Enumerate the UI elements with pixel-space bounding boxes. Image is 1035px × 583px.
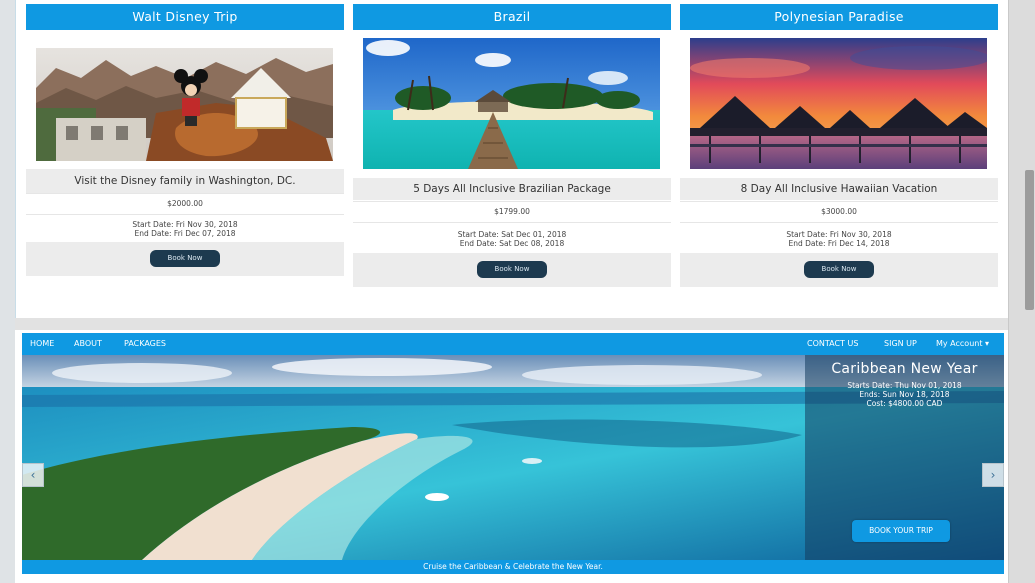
chevron-right-icon: ›: [990, 468, 996, 482]
package-end-date: End Date: Fri Dec 07, 2018: [134, 229, 236, 238]
package-dates: Start Date: Fri Nov 30, 2018 End Date: F…: [680, 230, 998, 248]
hero-title: Caribbean New Year: [831, 361, 978, 377]
window-frame-left: [0, 0, 15, 583]
package-card-header: Brazil: [353, 4, 671, 30]
nav-signup-link[interactable]: SIGN UP: [884, 333, 917, 355]
package-image-brazil[interactable]: [363, 38, 660, 169]
package-start-date: Start Date: Fri Nov 30, 2018: [786, 230, 892, 239]
main-navbar: HOME ABOUT PACKAGES CONTACT US SIGN UP M…: [22, 333, 1004, 355]
package-title: Visit the Disney family in Washington, D…: [26, 169, 344, 193]
package-card-footer: Book Now: [26, 242, 344, 276]
package-title: 5 Days All Inclusive Brazilian Package: [353, 178, 671, 200]
package-start-date: Start Date: Fri Nov 30, 2018: [132, 220, 238, 229]
package-card-header: Walt Disney Trip: [26, 4, 344, 30]
package-card-header: Polynesian Paradise: [680, 4, 998, 30]
package-dates: Start Date: Fri Nov 30, 2018 End Date: F…: [26, 220, 344, 238]
package-image-disney[interactable]: [36, 48, 333, 161]
package-start-date: Start Date: Sat Dec 01, 2018: [457, 230, 567, 239]
package-image-polynesia[interactable]: [690, 38, 987, 169]
nav-home-link[interactable]: HOME: [30, 333, 54, 355]
nav-about-link[interactable]: ABOUT: [74, 333, 102, 355]
hero-start-date: Starts Date: Thu Nov 01, 2018: [847, 381, 962, 390]
package-card-polynesia: Polynesian Paradise 8 Day All Inclusive …: [680, 4, 998, 287]
package-price: $3000.00: [680, 201, 998, 223]
packages-panel: Walt Disney Trip Visit the Disney family…: [15, 0, 1008, 318]
nav-account-dropdown[interactable]: My Account ▾: [936, 333, 989, 355]
carousel-prev-button[interactable]: ‹: [22, 463, 44, 487]
hero-caption: Cruise the Caribbean & Celebrate the New…: [22, 560, 1004, 574]
hero-end-date: Ends: Sun Nov 18, 2018: [859, 390, 950, 399]
package-card-footer: Book Now: [680, 253, 998, 287]
section-divider: [15, 318, 1008, 330]
chevron-left-icon: ‹: [30, 468, 36, 482]
nav-account-label: My Account: [936, 339, 983, 348]
package-price: $2000.00: [26, 193, 344, 215]
nav-contact-link[interactable]: CONTACT US: [807, 333, 858, 355]
hero-cost: Cost: $4800.00 CAD: [866, 399, 943, 408]
package-end-date: End Date: Fri Dec 14, 2018: [788, 239, 890, 248]
package-end-date: End Date: Sat Dec 08, 2018: [459, 239, 565, 248]
package-title: 8 Day All Inclusive Hawaiian Vacation: [680, 178, 998, 200]
package-dates: Start Date: Sat Dec 01, 2018 End Date: S…: [353, 230, 671, 248]
chevron-down-icon: ▾: [985, 339, 990, 348]
carousel-next-button[interactable]: ›: [982, 463, 1004, 487]
package-card-disney: Walt Disney Trip Visit the Disney family…: [26, 4, 344, 276]
package-card-footer: Book Now: [353, 253, 671, 287]
hero-carousel: Caribbean New Year Starts Date: Thu Nov …: [22, 355, 1004, 560]
package-card-brazil: Brazil 5 Days All Inclusive Brazilian Pa…: [353, 4, 671, 287]
book-now-button[interactable]: Book Now: [477, 261, 547, 278]
book-now-button[interactable]: Book Now: [150, 250, 220, 267]
book-now-button[interactable]: Book Now: [804, 261, 874, 278]
book-your-trip-button[interactable]: BOOK YOUR TRIP: [852, 520, 950, 542]
scrollbar-thumb[interactable]: [1025, 170, 1034, 310]
package-price: $1799.00: [353, 201, 671, 223]
nav-packages-link[interactable]: PACKAGES: [124, 333, 166, 355]
home-page-panel: HOME ABOUT PACKAGES CONTACT US SIGN UP M…: [15, 330, 1008, 583]
